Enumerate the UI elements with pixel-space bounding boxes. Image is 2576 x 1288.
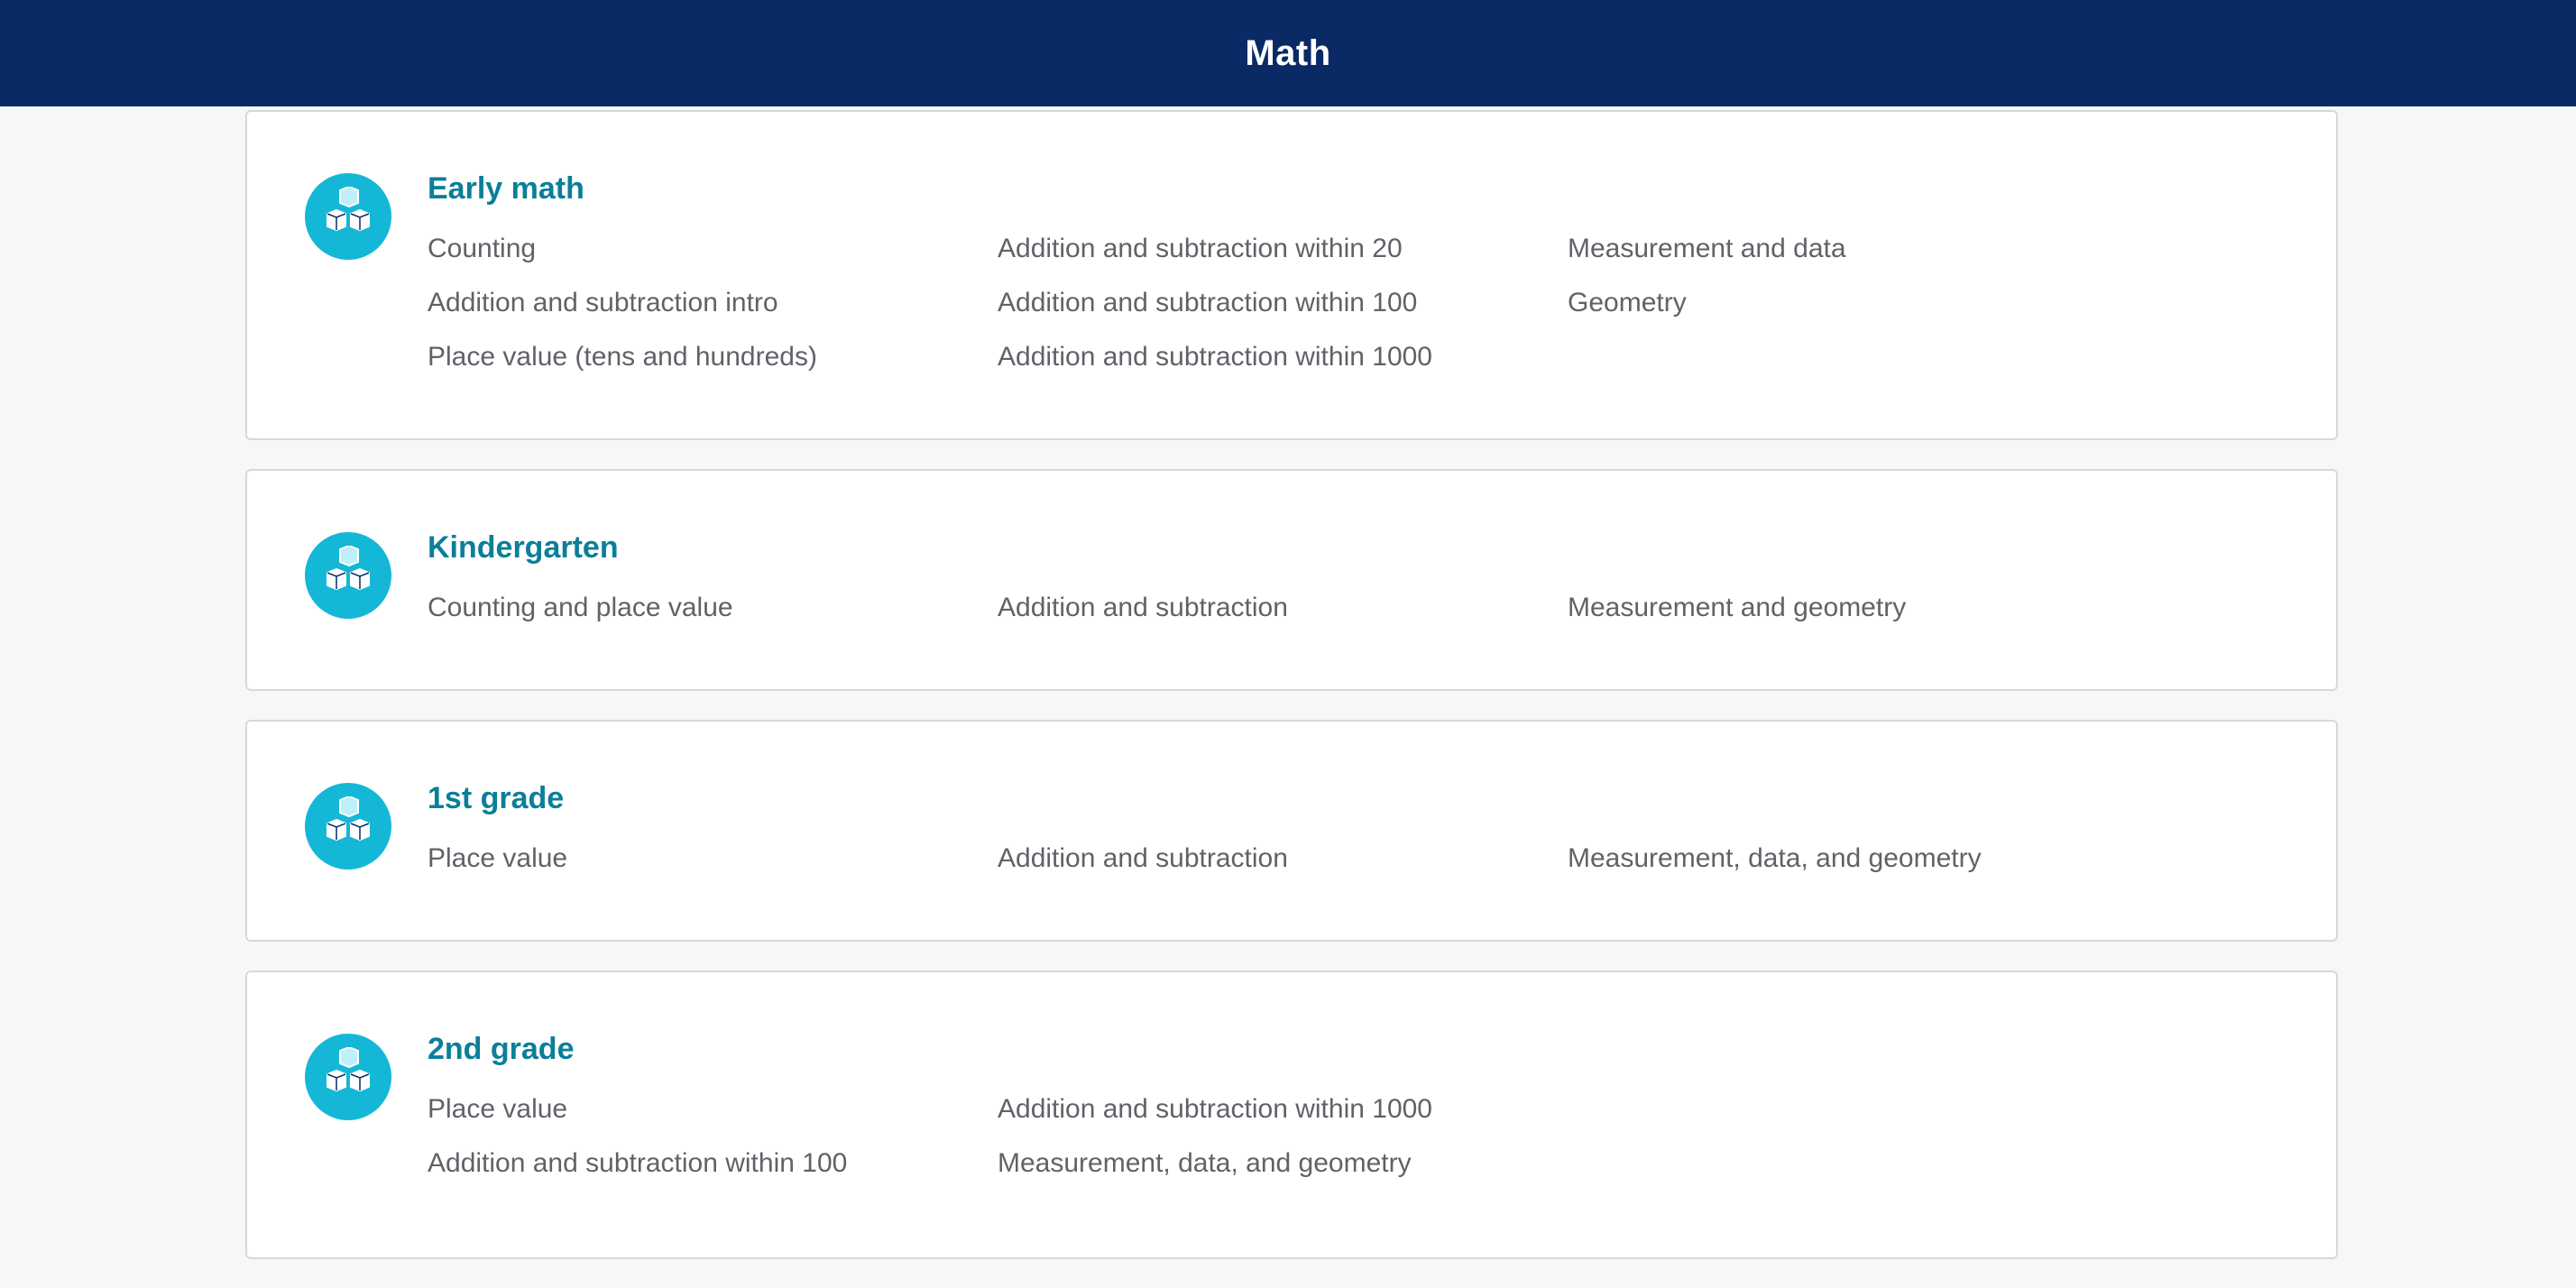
course-title[interactable]: 2nd grade xyxy=(428,1032,574,1067)
course-title[interactable]: Early math xyxy=(428,171,584,207)
topic-link[interactable]: Geometry xyxy=(1568,276,2138,330)
blocks-icon xyxy=(305,783,391,869)
course-card-2nd-grade: 2nd grade Place value Addition and subtr… xyxy=(245,971,2338,1259)
topic-grid: Place value Addition and subtraction wit… xyxy=(428,1082,2141,1191)
topic-grid: Place value Addition and subtraction Mea… xyxy=(428,832,2141,886)
topic-link[interactable]: Measurement and data xyxy=(1568,222,2138,276)
topic-link[interactable]: Addition and subtraction intro xyxy=(428,276,998,330)
topic-grid: Counting and place value Addition and su… xyxy=(428,581,2141,635)
course-card-1st-grade: 1st grade Place value Addition and subtr… xyxy=(245,720,2338,942)
topic-link[interactable]: Counting and place value xyxy=(428,581,998,635)
blocks-icon-graphic xyxy=(327,1047,370,1092)
course-list: Early math Counting Addition and subtrac… xyxy=(245,110,2338,1288)
blocks-icon-graphic xyxy=(327,796,370,842)
topic-link[interactable]: Addition and subtraction within 20 xyxy=(998,222,1568,276)
topic-link[interactable]: Place value xyxy=(428,832,998,886)
topic-link[interactable]: Addition and subtraction xyxy=(998,832,1568,886)
topic-link[interactable]: Measurement, data, and geometry xyxy=(998,1136,1568,1191)
blocks-icon-graphic xyxy=(327,187,370,232)
top-bar: Math xyxy=(0,0,2576,106)
course-card-early-math: Early math Counting Addition and subtrac… xyxy=(245,110,2338,440)
topic-link[interactable]: Addition and subtraction within 100 xyxy=(998,276,1568,330)
course-card-kindergarten: Kindergarten Counting and place value Ad… xyxy=(245,469,2338,691)
topic-grid: Counting Addition and subtraction within… xyxy=(428,222,2141,384)
topic-link[interactable]: Addition and subtraction within 100 xyxy=(428,1136,998,1191)
topic-link[interactable]: Counting xyxy=(428,222,998,276)
topic-link[interactable]: Addition and subtraction within 1000 xyxy=(998,330,1568,384)
topic-link[interactable]: Place value (tens and hundreds) xyxy=(428,330,998,384)
blocks-icon xyxy=(305,532,391,619)
topic-link[interactable]: Place value xyxy=(428,1082,998,1136)
topic-link[interactable]: Measurement and geometry xyxy=(1568,581,2138,635)
course-title[interactable]: Kindergarten xyxy=(428,530,619,566)
blocks-icon xyxy=(305,1034,391,1120)
blocks-icon xyxy=(305,173,391,260)
page-title: Math xyxy=(1245,32,1331,73)
topic-link[interactable]: Addition and subtraction within 1000 xyxy=(998,1082,1568,1136)
topic-empty-slot xyxy=(1568,1082,2138,1136)
topic-link[interactable]: Addition and subtraction xyxy=(998,581,1568,635)
topic-link[interactable]: Measurement, data, and geometry xyxy=(1568,832,2138,886)
course-title[interactable]: 1st grade xyxy=(428,781,564,816)
blocks-icon-graphic xyxy=(327,546,370,591)
